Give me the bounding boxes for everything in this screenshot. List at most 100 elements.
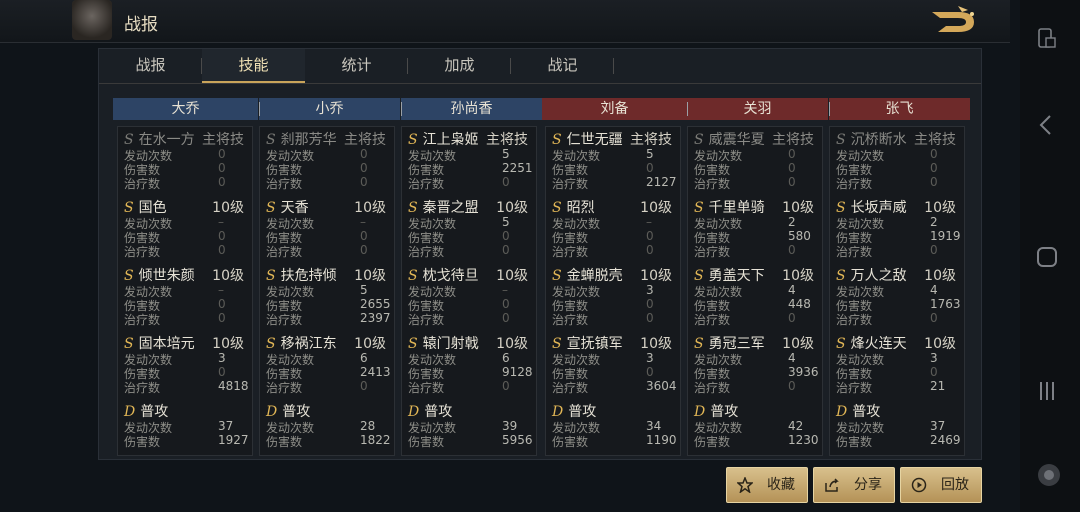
skill-stat-row: 治疗数 0 (408, 175, 530, 191)
game-logo-icon[interactable] (928, 4, 982, 38)
skill-block[interactable]: S 长坂声威 10级 发动次数 2 伤害数 1919 治疗数 0 (836, 197, 961, 263)
stat-value: 3 (218, 351, 226, 365)
skill-block[interactable]: S 烽火连天 10级 发动次数 3 伤害数 0 治疗数 21 (836, 333, 958, 399)
stat-value: 28 (360, 419, 376, 433)
skill-level-tag: 主将技 (344, 132, 386, 148)
skill-name: S 千里单骑 (694, 197, 765, 217)
stat-value: 4 (788, 351, 796, 365)
hero-header[interactable]: 小乔 (259, 98, 400, 120)
skill-block[interactable]: D 普攻 发动次数 28 伤害数 1822 (266, 401, 391, 467)
skill-block[interactable]: S 固本培元 10级 发动次数 3 伤害数 0 治疗数 4818 (124, 333, 249, 399)
skill-name: S 金蝉脱壳 (552, 265, 623, 285)
skill-block[interactable]: S 沉桥断水 主将技 发动次数 0 伤害数 0 治疗数 0 (836, 129, 958, 195)
floating-assistant-icon[interactable] (1036, 462, 1062, 488)
skill-name: S 秦晋之盟 (408, 197, 479, 217)
skill-stat-row: 伤害数 5956 (408, 433, 533, 449)
skill-name-text: 普攻 (852, 404, 881, 420)
skill-stat-row: 发动次数 28 (266, 419, 388, 435)
skill-block[interactable]: S 在水一方 主将技 发动次数 0 伤害数 0 治疗数 0 (124, 129, 246, 195)
skill-stat-row: 发动次数 3 (552, 283, 674, 299)
skill-stat-row: 发动次数 0 (836, 147, 958, 163)
skill-stat-row: 发动次数 4 (836, 283, 958, 299)
skill-grade-badge: D (694, 404, 706, 420)
skill-block[interactable]: S 威震华夏 主将技 发动次数 0 伤害数 0 治疗数 0 (694, 129, 816, 195)
skill-level-tag: 10级 (496, 200, 528, 216)
skill-block[interactable]: S 秦晋之盟 10级 发动次数 5 伤害数 0 治疗数 0 (408, 197, 530, 263)
skill-block[interactable]: S 天香 10级 发动次数 – 伤害数 0 治疗数 0 (266, 197, 388, 263)
skill-block[interactable]: S 千里单骑 10级 发动次数 2 伤害数 580 治疗数 0 (694, 197, 816, 263)
skill-name: D 普攻 (836, 401, 880, 421)
stat-value: 2 (788, 215, 796, 229)
skill-level-tag: 10级 (640, 268, 672, 284)
skill-block[interactable]: S 昭烈 10级 发动次数 – 伤害数 0 治疗数 0 (552, 197, 674, 263)
skill-grade-badge: S (836, 268, 846, 284)
skill-grade-badge: S (124, 336, 134, 352)
stat-label: 治疗数 (266, 313, 303, 327)
stat-value: 0 (646, 297, 654, 311)
skill-block[interactable]: S 刹那芳华 主将技 发动次数 0 伤害数 0 治疗数 0 (266, 129, 388, 195)
skill-block[interactable]: S 倾世朱颜 10级 发动次数 – 伤害数 0 治疗数 0 (124, 265, 246, 331)
skill-block[interactable]: D 普攻 发动次数 37 伤害数 1927 (124, 401, 249, 467)
play-icon (911, 477, 927, 493)
skill-level-tag: 10级 (496, 336, 528, 352)
skill-name-text: 江上枭姬 (422, 132, 479, 148)
avatar[interactable] (72, 0, 112, 40)
skill-block[interactable]: S 金蝉脱壳 10级 发动次数 3 伤害数 0 治疗数 0 (552, 265, 674, 331)
skill-block[interactable]: S 国色 10级 发动次数 – 伤害数 0 治疗数 0 (124, 197, 246, 263)
tab-record[interactable]: 战记 (511, 49, 614, 81)
skill-grade-badge: D (408, 404, 420, 420)
skill-name-text: 枕戈待旦 (422, 268, 479, 284)
skill-block[interactable]: S 枕戈待旦 10级 发动次数 – 伤害数 0 治疗数 0 (408, 265, 530, 331)
stat-label: 伤害数 (694, 435, 731, 449)
hero-header[interactable]: 孙尚香 (401, 98, 542, 120)
skill-grade-badge: D (266, 404, 278, 420)
tab-skills[interactable]: 技能 (202, 49, 305, 83)
hero-header[interactable]: 张飞 (829, 98, 970, 120)
skill-name: S 威震华夏 (694, 129, 765, 149)
hero-header[interactable]: 刘备 (542, 98, 687, 120)
skill-name-text: 万人之敌 (850, 268, 907, 284)
home-icon[interactable] (1036, 246, 1058, 268)
skill-block[interactable]: D 普攻 发动次数 39 伤害数 5956 (408, 401, 533, 467)
skill-grade-badge: S (694, 268, 704, 284)
stat-value: 0 (930, 365, 938, 379)
stat-label: 治疗数 (694, 177, 731, 191)
skill-name: S 枕戈待旦 (408, 265, 479, 285)
skill-name-text: 勇盖天下 (708, 268, 765, 284)
skill-block[interactable]: D 普攻 发动次数 42 伤害数 1230 (694, 401, 819, 467)
skill-block[interactable]: S 仁世无疆 主将技 发动次数 5 伤害数 0 治疗数 2127 (552, 129, 677, 195)
share-button[interactable]: 分享 (813, 467, 895, 503)
skill-block[interactable]: S 辕门射戟 10级 发动次数 6 伤害数 9128 治疗数 0 (408, 333, 533, 399)
skill-level-tag: 10级 (924, 268, 956, 284)
skill-block[interactable]: S 扶危持倾 10级 发动次数 5 伤害数 2655 治疗数 2397 (266, 265, 391, 331)
stat-value: 3604 (646, 379, 677, 393)
favorite-button[interactable]: 收藏 (726, 467, 808, 503)
skill-block[interactable]: S 移祸江东 10级 发动次数 6 伤害数 2413 治疗数 0 (266, 333, 391, 399)
replay-button[interactable]: 回放 (900, 467, 982, 503)
skill-block[interactable]: D 普攻 发动次数 37 伤害数 2469 (836, 401, 961, 467)
stat-value: 0 (360, 229, 368, 243)
skill-block[interactable]: S 宣抚镇军 10级 发动次数 3 伤害数 0 治疗数 3604 (552, 333, 677, 399)
tab-stats[interactable]: 统计 (305, 49, 408, 81)
skill-block[interactable]: D 普攻 发动次数 34 伤害数 1190 (552, 401, 677, 467)
back-icon[interactable] (1036, 114, 1056, 136)
stat-value: 0 (218, 297, 226, 311)
tab-bonus[interactable]: 加成 (408, 49, 511, 81)
skill-name: S 沉桥断水 (836, 129, 907, 149)
skill-block[interactable]: S 万人之敌 10级 发动次数 4 伤害数 1763 治疗数 0 (836, 265, 961, 331)
tab-report[interactable]: 战报 (99, 49, 202, 81)
skill-grade-badge: S (408, 268, 418, 284)
screen-record-icon[interactable] (1036, 28, 1056, 50)
stat-value: 9128 (502, 365, 533, 379)
hero-header[interactable]: 大乔 (113, 98, 258, 120)
hero-header[interactable]: 关羽 (687, 98, 828, 120)
skill-block[interactable]: S 勇盖天下 10级 发动次数 4 伤害数 448 治疗数 0 (694, 265, 816, 331)
skill-stat-row: 发动次数 – (124, 215, 246, 231)
stat-value: 580 (788, 229, 811, 243)
skill-block[interactable]: S 江上枭姬 主将技 发动次数 5 伤害数 2251 治疗数 0 (408, 129, 533, 195)
recents-icon[interactable] (1036, 380, 1058, 402)
hero-name: 关羽 (743, 101, 772, 117)
skill-name: D 普攻 (552, 401, 596, 421)
skill-block[interactable]: S 勇冠三军 10级 发动次数 4 伤害数 3936 治疗数 0 (694, 333, 819, 399)
stat-label: 治疗数 (552, 245, 589, 259)
